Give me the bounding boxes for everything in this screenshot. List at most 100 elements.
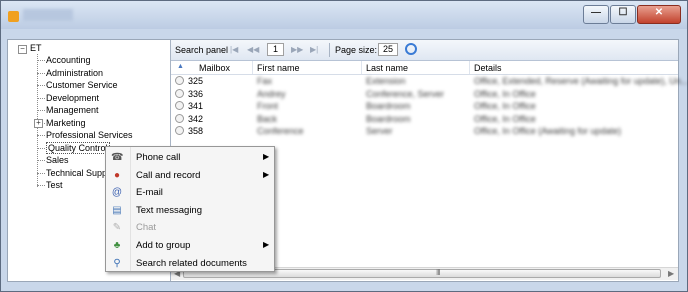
tree-item-professional-services[interactable]: Professional Services (46, 129, 133, 141)
tree-connector-line (37, 172, 45, 174)
cell-details: Office, In Office (474, 113, 536, 124)
tree-connector-line (37, 72, 45, 74)
phone-icon: ☎ (111, 152, 124, 163)
page-size-input[interactable]: 25 (378, 43, 398, 56)
menu-item-search-related-documents[interactable]: ⚲ Search related documents (106, 255, 274, 272)
tree-item-label: Development (46, 92, 100, 103)
menu-item-phone-call[interactable]: ☎ Phone call ▶ (106, 149, 274, 166)
maximize-icon: ☐ (618, 7, 628, 18)
close-icon: ✕ (654, 7, 664, 18)
menu-item-e-mail[interactable]: @ E-mail (106, 184, 274, 201)
sort-ascending-icon: ▲ (177, 63, 184, 70)
tree-item-label: Customer Service (46, 80, 118, 90)
cell-details: Office, In Office (474, 101, 536, 111)
maximize-button[interactable]: ☐ (610, 5, 636, 24)
tree-item-administration[interactable]: Administration (46, 67, 103, 79)
table-row[interactable]: 342 Back Boardroom Office, In Office (171, 113, 678, 126)
menu-item-label: Call and record (136, 169, 201, 181)
menu-item-chat: ✎ Chat (106, 219, 274, 236)
cell-mailbox: 341 (188, 101, 204, 111)
column-divider[interactable] (469, 61, 470, 74)
column-header-first-name[interactable]: First name (257, 63, 300, 73)
search-panel-label[interactable]: Search panel (175, 45, 228, 55)
tree-item-customer-service[interactable]: Customer Service (46, 79, 118, 91)
close-button[interactable]: ✕ (637, 5, 681, 24)
grid-header: ▲ Mailbox First name Last name Details (171, 61, 678, 75)
menu-item-label: Search related documents (136, 257, 247, 269)
menu-item-text-messaging[interactable]: ▤ Text messaging (106, 202, 274, 219)
cell-last-name: Boardroom (366, 101, 411, 111)
scroll-right-icon[interactable]: ▶ (668, 269, 674, 278)
column-header-details[interactable]: Details (474, 63, 502, 73)
tree-connector-line (37, 110, 45, 111)
tree-item-quality-control[interactable]: Quality Control (46, 141, 110, 154)
cell-details: Office, In Office (474, 88, 536, 99)
cell-mailbox: 342 (188, 113, 204, 124)
cell-mailbox: 336 (188, 88, 204, 99)
toolbar-separator (329, 43, 330, 57)
minimize-icon: — (591, 7, 601, 18)
minimize-button[interactable]: — (583, 5, 609, 24)
submenu-arrow-icon: ▶ (263, 169, 270, 179)
tree-connector-line (37, 147, 45, 149)
tree-connector-line (37, 160, 45, 161)
menu-item-label: E-mail (136, 187, 163, 199)
tree-item-label: Sales (46, 155, 69, 165)
table-row[interactable]: 358 Conference Server Office, In Office (Aw… (171, 125, 678, 138)
menu-item-add-to-group[interactable]: ♣ Add to group ▶ (106, 237, 274, 254)
tree-connector-line (37, 185, 45, 186)
first-page-icon[interactable]: |◀ (230, 45, 241, 55)
submenu-arrow-icon: ▶ (263, 240, 270, 249)
cell-mailbox: 325 (188, 76, 204, 86)
window-controls: — ☐ ✕ (582, 5, 681, 24)
chat-icon: ✎ (112, 222, 122, 234)
table-row[interactable]: 336 Andrey Conference, Server Office, In Of… (171, 88, 678, 101)
page-size-label: Page size: (335, 45, 378, 55)
menu-item-label: Chat (136, 222, 157, 234)
tree-item-accounting[interactable]: Accounting (46, 54, 91, 66)
cell-first-name: Back (257, 113, 278, 124)
contact-type-icon (175, 126, 184, 135)
title-bar[interactable]: — ☐ ✕ (1, 1, 687, 29)
tree-item-marketing[interactable]: Marketing (46, 117, 86, 129)
tree-connector-line (37, 135, 45, 136)
menu-item-label: Add to group (136, 240, 191, 251)
cell-last-name: Conference, Server (366, 88, 445, 99)
table-row[interactable]: 325 Fax Extension Office, Extended, Reserve… (171, 75, 688, 88)
tree-expand-toggle[interactable]: + (34, 118, 43, 128)
tree-item-sales[interactable]: Sales (46, 154, 69, 166)
last-page-icon[interactable]: ▶| (310, 45, 321, 55)
cell-last-name: Boardroom (366, 113, 411, 124)
previous-page-icon[interactable]: ◀◀ (247, 45, 259, 55)
column-header-mailbox[interactable]: Mailbox (199, 63, 230, 73)
refresh-icon[interactable] (405, 43, 417, 55)
menu-item-label: Text messaging (136, 204, 203, 216)
app-icon (8, 11, 19, 22)
table-row[interactable]: 341 Front Boardroom Office, In Office (171, 100, 678, 113)
menu-item-call-and-record[interactable]: ● Call and record ▶ (106, 167, 274, 184)
contact-type-icon (175, 101, 184, 110)
cell-first-name: Conference (257, 126, 304, 136)
tree-connector-line (37, 97, 45, 99)
tree-root-et[interactable]: ET (30, 42, 42, 54)
tree-item-label: Marketing (46, 117, 86, 128)
column-header-last-name[interactable]: Last name (366, 63, 408, 73)
column-divider[interactable] (252, 61, 253, 74)
tree-item-label: Accounting (46, 55, 91, 65)
column-divider[interactable] (361, 61, 362, 74)
contact-type-icon (175, 113, 184, 123)
context-menu: ☎ Phone call ▶ ● Call and record ▶ @ E-mail ▤ Tex… (105, 146, 275, 272)
tree-item-test[interactable]: Test (46, 179, 63, 191)
tree-connector-line (37, 60, 45, 61)
submenu-arrow-icon: ▶ (263, 152, 270, 161)
cell-last-name: Extension (366, 76, 406, 86)
tree-item-development[interactable]: Development (46, 92, 99, 104)
root-collapse-toggle[interactable]: − (18, 45, 27, 54)
next-page-icon[interactable]: ▶▶ (291, 45, 303, 55)
cell-last-name: Server (366, 126, 393, 136)
tree-connector-line (37, 85, 45, 86)
text-message-icon: ▤ (112, 204, 122, 216)
tree-item-management[interactable]: Management (46, 104, 99, 116)
page-number-input[interactable]: 1 (267, 43, 284, 56)
cell-first-name: Front (257, 101, 279, 111)
